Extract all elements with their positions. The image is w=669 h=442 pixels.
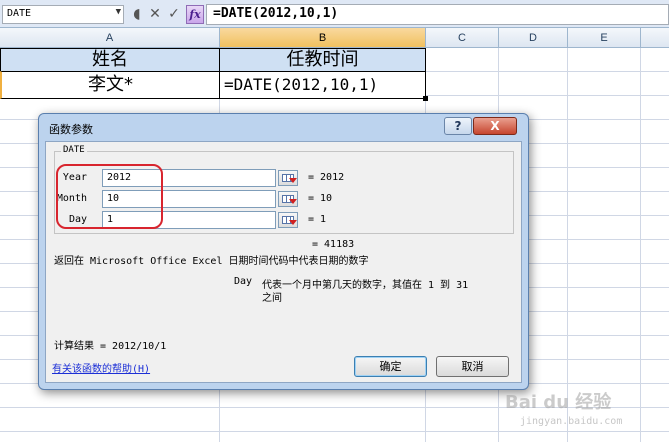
column-header-a[interactable]: A: [0, 28, 220, 48]
function-help-link[interactable]: 有关该函数的帮助(H): [52, 360, 150, 375]
column-header-d[interactable]: D: [499, 28, 568, 48]
cell-a1[interactable]: 姓名: [0, 48, 220, 72]
year-result: = 2012: [308, 172, 345, 183]
function-result: = 41183: [312, 239, 355, 250]
column-header-e[interactable]: E: [568, 28, 641, 48]
arrow-down-icon: [289, 178, 297, 183]
cell-a2[interactable]: 李文*: [0, 71, 220, 99]
help-button[interactable]: ?: [444, 117, 472, 135]
function-arguments-dialog: 函数参数 ? X DATE Year 2012 = 2012 Month 10 …: [38, 113, 529, 390]
cancel-button[interactable]: 取消: [436, 356, 509, 377]
ok-button[interactable]: 确定: [354, 356, 427, 377]
formula-bar: DATE ▼ ◖ ✕ ✓ fx =DATE(2012,10,1): [0, 0, 669, 28]
column-header-c[interactable]: C: [426, 28, 499, 48]
enter-edit-icon[interactable]: ✓: [165, 5, 183, 24]
calculation-result: 计算结果 = 2012/10/1: [54, 341, 167, 352]
watermark-url: jingyan.baidu.com: [520, 416, 623, 427]
insert-function-icon[interactable]: fx: [186, 5, 204, 24]
arrow-down-icon: [289, 220, 297, 225]
day-result: = 1: [308, 214, 327, 225]
arrow-down-icon: [289, 199, 297, 204]
function-description: 返回在 Microsoft Office Excel 日期时间代码中代表日期的数…: [54, 256, 369, 267]
argument-help-line1: 代表一个月中第几天的数字，其值在 1 到 31: [262, 280, 469, 291]
watermark-logo: Bai du 经验: [505, 392, 612, 413]
fill-handle[interactable]: [423, 96, 428, 101]
formula-divider-icon: ◖: [133, 6, 141, 22]
column-header-next[interactable]: [641, 28, 669, 48]
dialog-title: 函数参数: [49, 123, 93, 136]
cell-b2-active[interactable]: =DATE(2012,10,1): [219, 71, 426, 99]
cell-b1[interactable]: 任教时间: [219, 48, 426, 72]
argument-help-name: Day: [234, 276, 253, 287]
close-button[interactable]: X: [473, 117, 517, 135]
month-collapse-button[interactable]: [278, 191, 298, 207]
cancel-edit-icon[interactable]: ✕: [146, 5, 164, 24]
function-name-label: DATE: [61, 145, 87, 155]
name-box[interactable]: DATE ▼: [2, 5, 124, 24]
name-box-value: DATE: [7, 8, 32, 19]
chevron-down-icon[interactable]: ▼: [116, 7, 121, 17]
day-collapse-button[interactable]: [278, 212, 298, 228]
year-collapse-button[interactable]: [278, 170, 298, 186]
column-header-b[interactable]: B: [220, 28, 426, 48]
month-result: = 10: [308, 193, 333, 204]
formula-input[interactable]: =DATE(2012,10,1): [206, 4, 669, 25]
annotation-highlight-ring: [56, 164, 163, 229]
argument-help-line2: 之间: [262, 293, 282, 304]
